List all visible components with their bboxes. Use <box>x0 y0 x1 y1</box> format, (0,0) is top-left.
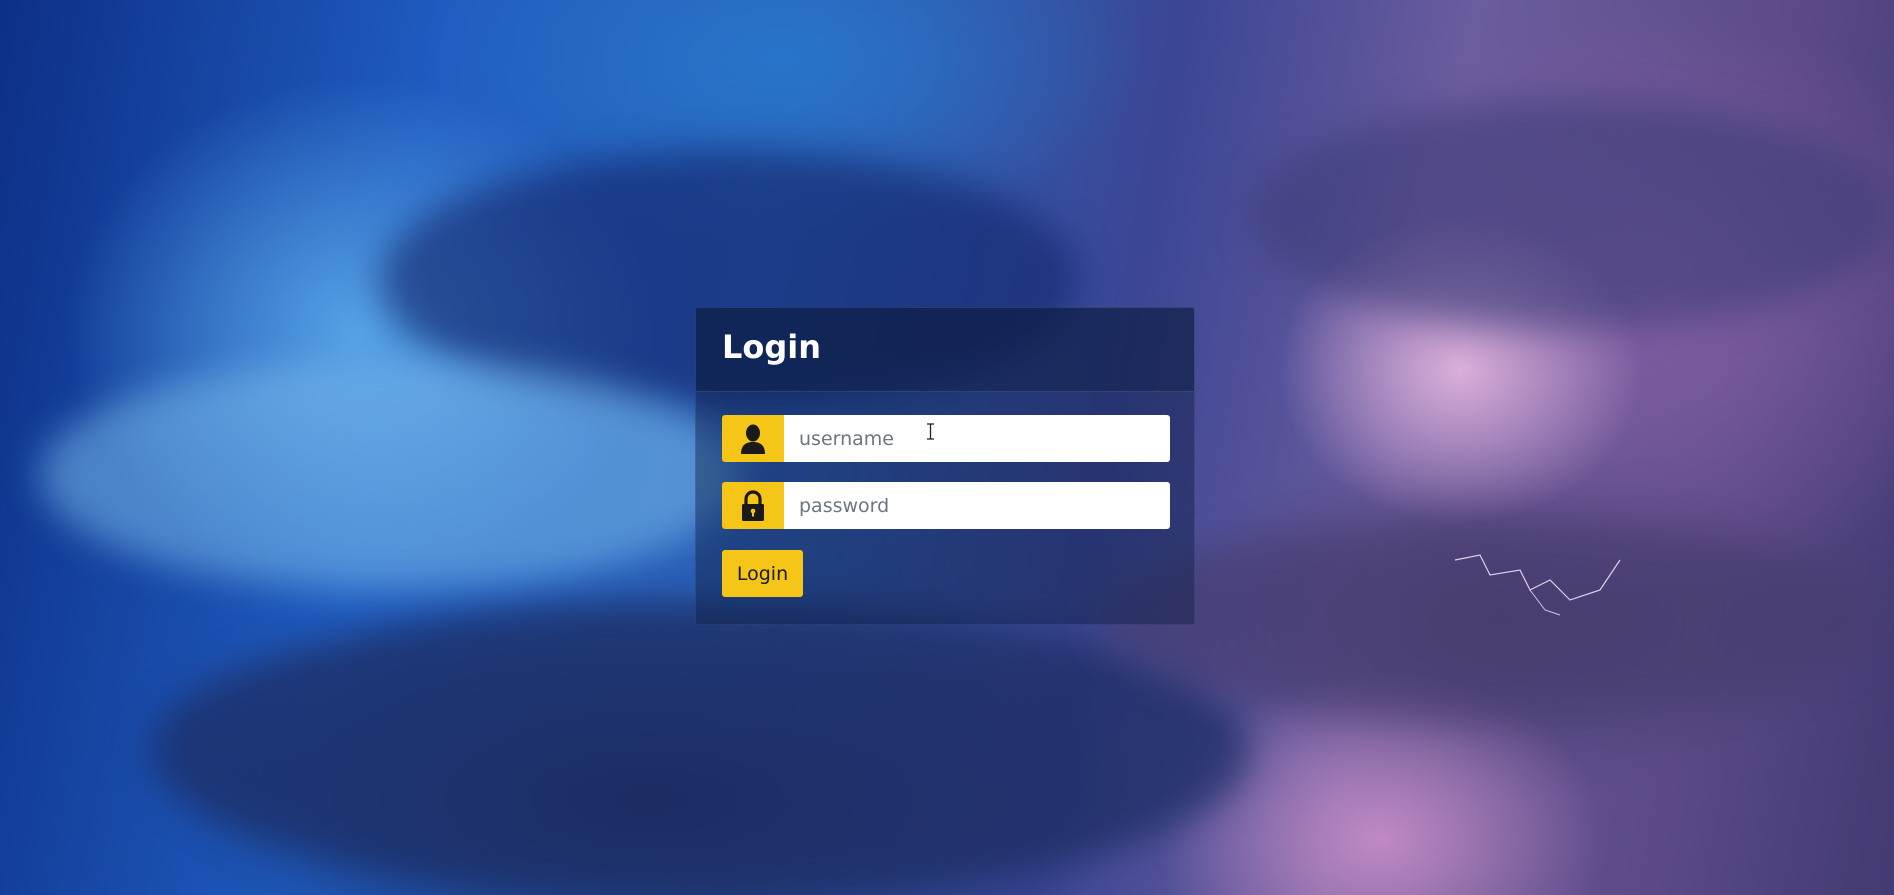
login-card-header: Login <box>696 308 1194 392</box>
password-input[interactable] <box>784 482 1170 529</box>
user-icon <box>722 415 784 462</box>
right-cloud-mass <box>1250 100 1890 330</box>
login-button[interactable]: Login <box>722 550 803 597</box>
login-title: Login <box>722 328 822 366</box>
username-input[interactable] <box>784 415 1170 462</box>
username-input-group <box>722 415 1170 462</box>
login-card: Login Login <box>695 307 1195 625</box>
password-input-group <box>722 482 1170 529</box>
lock-icon <box>722 482 784 529</box>
lightning-bolt <box>1454 554 1621 616</box>
text-cursor-icon <box>927 423 934 440</box>
light-cloud-mass <box>40 360 740 590</box>
lower-cloud-mass <box>150 600 1250 895</box>
login-form: Login <box>696 392 1194 597</box>
